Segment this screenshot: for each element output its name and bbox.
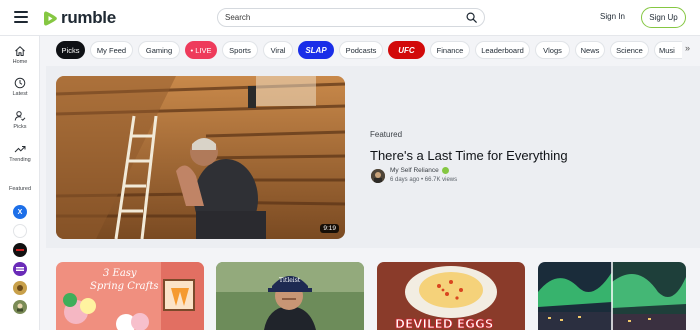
channel-avatar-image	[371, 169, 385, 183]
search-bar[interactable]	[217, 8, 485, 27]
rumble-play-icon	[44, 11, 57, 25]
sidebar-item-label: Home	[12, 59, 28, 65]
featured-label: Featured	[370, 130, 403, 139]
sign-in-link[interactable]: Sign In	[600, 12, 625, 21]
pill-gaming[interactable]: Gaming	[138, 41, 180, 59]
thumbnail-overlay-text: DEVILED EGGS	[395, 317, 493, 330]
pill-viral[interactable]: Viral	[263, 41, 293, 59]
video-thumbnail[interactable]: DEVILED EGGS	[377, 262, 525, 330]
featured-channel-avatar[interactable]	[13, 281, 27, 295]
verified-icon	[441, 167, 449, 174]
sidebar-item-latest[interactable]: Latest	[0, 77, 40, 97]
sidebar-item-home[interactable]: Home	[0, 45, 40, 65]
channel-logo-icon	[16, 267, 24, 271]
featured-video-thumbnail[interactable]: 9:19	[56, 76, 345, 239]
pill-vlogs[interactable]: Vlogs	[535, 41, 570, 59]
sidebar-item-label: Picks	[13, 124, 27, 130]
featured-video-title[interactable]: There's a Last Time for Everything	[370, 148, 568, 163]
logo-text: rumble	[61, 8, 116, 27]
pill-science[interactable]: Science	[610, 41, 649, 59]
featured-channel-avatar[interactable]	[13, 262, 27, 276]
featured-channel-avatar[interactable]	[13, 224, 27, 238]
category-pills: Picks My Feed Gaming • LIVE Sports Viral…	[49, 41, 700, 60]
cap-logo-text: Titleist	[279, 277, 301, 284]
featured-channels-heading: Featured	[8, 186, 31, 192]
pill-ufc[interactable]: UFC	[388, 41, 425, 59]
pill-news[interactable]: News	[575, 41, 605, 59]
pill-music[interactable]: Musi	[654, 41, 682, 59]
sidebar-item-trending[interactable]: Trending	[0, 143, 40, 163]
aurora-thumbnail-image	[538, 262, 686, 330]
sign-up-button[interactable]: Sign Up	[641, 7, 686, 28]
channel-avatar[interactable]	[371, 169, 385, 183]
top-bar: rumble Sign In Sign Up	[0, 0, 700, 36]
channel-name: My Self Reliance	[390, 167, 439, 174]
video-thumbnail[interactable]: Titleist	[216, 262, 364, 330]
sidebar-item-label: Trending	[9, 157, 31, 163]
pill-picks[interactable]: Picks	[56, 41, 85, 59]
pill-finance[interactable]: Finance	[430, 41, 470, 59]
pill-podcasts[interactable]: Podcasts	[339, 41, 383, 59]
channel-logo-icon	[16, 249, 24, 251]
clock-icon	[14, 77, 26, 89]
thumbnail-overlay-text-line2: Spring Crafts	[90, 281, 159, 292]
trending-icon	[14, 146, 26, 153]
video-meta: 6 days ago • 66.7K views	[390, 177, 458, 183]
channel-initial: X	[17, 208, 23, 216]
featured-channel-avatar[interactable]	[13, 300, 27, 314]
search-icon[interactable]	[466, 12, 477, 23]
pill-my-feed[interactable]: My Feed	[90, 41, 133, 59]
sidebar-item-picks[interactable]: Picks	[0, 110, 40, 130]
home-icon	[15, 46, 25, 56]
golfer-thumbnail-image: Titleist	[216, 262, 364, 330]
pill-leaderboard[interactable]: Leaderboard	[475, 41, 530, 59]
channel-logo-icon	[17, 303, 23, 312]
menu-icon[interactable]	[14, 11, 28, 23]
channel-logo-icon	[17, 285, 23, 291]
pill-slap[interactable]: SLAP	[298, 41, 334, 59]
spring-crafts-thumbnail-image: 3 Easy Spring Crafts	[56, 262, 204, 330]
featured-channel-avatar[interactable]	[13, 243, 27, 257]
thumbnail-overlay-text-line1: 3 Easy	[103, 268, 137, 279]
rumble-logo[interactable]: rumble	[43, 8, 116, 28]
sidebar: Home Latest Picks Trending Featured X	[0, 36, 40, 330]
search-input[interactable]	[225, 13, 466, 22]
pill-sports[interactable]: Sports	[222, 41, 258, 59]
user-check-icon	[14, 111, 26, 121]
sidebar-item-label: Latest	[12, 91, 28, 97]
deviled-eggs-thumbnail-image: DEVILED EGGS	[377, 262, 525, 330]
pill-live[interactable]: • LIVE	[185, 41, 217, 59]
video-thumbnail[interactable]: 3 Easy Spring Crafts	[56, 262, 204, 330]
featured-channel-avatar[interactable]: X	[13, 205, 27, 219]
channel-name-link[interactable]: My Self Reliance	[390, 167, 449, 174]
video-duration: 9:19	[320, 224, 339, 233]
chevron-right-icon[interactable]: »	[685, 43, 690, 53]
cabin-thumbnail-image	[56, 76, 345, 239]
video-thumbnail[interactable]	[538, 262, 686, 330]
